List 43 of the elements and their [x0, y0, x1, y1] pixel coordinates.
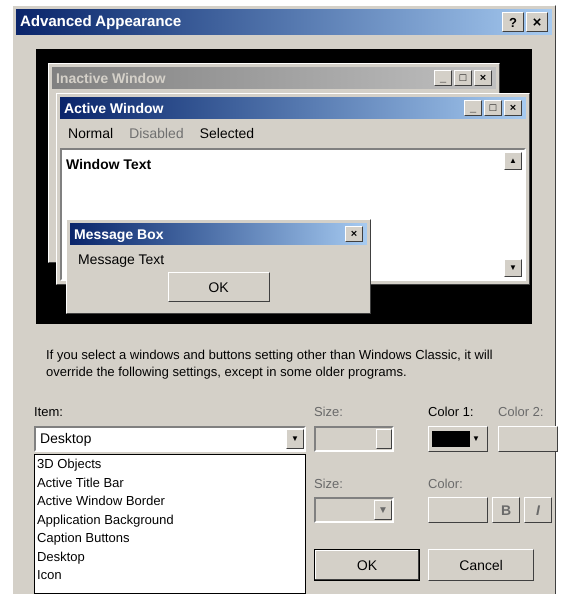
window-title: Active Window: [64, 98, 164, 118]
ok-button[interactable]: OK: [168, 272, 270, 302]
scroll-up-button[interactable]: ▲: [504, 152, 522, 170]
field-label: Color 2:: [498, 403, 545, 421]
dialog-title: Advanced Appearance: [20, 12, 182, 32]
help-button[interactable]: ?: [502, 12, 524, 32]
message-text: Message Text: [77, 250, 166, 269]
menu-item[interactable]: Normal: [68, 123, 114, 144]
color-picker[interactable]: [428, 497, 488, 523]
font-size-dropdown[interactable]: ▼: [314, 497, 394, 523]
close-button[interactable]: ×: [345, 226, 363, 242]
maximize-button[interactable]: □: [454, 70, 472, 86]
close-button[interactable]: ×: [526, 12, 548, 32]
list-item[interactable]: Icon: [37, 566, 303, 584]
item-dropdown[interactable]: Desktop ▼: [34, 426, 306, 452]
window-title: Message Box: [74, 224, 164, 244]
list-item[interactable]: 3D Objects: [37, 455, 303, 474]
ok-button[interactable]: OK: [314, 549, 420, 581]
note-text: If you select a windows and buttons setting other than Windows Classic, it will override the following settings, except in some older programs.: [45, 346, 494, 380]
caret-icon: ▼: [472, 432, 480, 444]
scroll-down-button[interactable]: ▼: [504, 259, 522, 277]
list-item[interactable]: Active Window Border: [37, 492, 303, 510]
list-item[interactable]: Desktop: [37, 548, 303, 566]
window-text: Window Text: [65, 155, 152, 174]
minimize-button[interactable]: _: [464, 100, 482, 116]
field-label: Color 1:: [428, 403, 475, 421]
cancel-button[interactable]: Cancel: [428, 549, 534, 581]
window-title: Inactive Window: [56, 68, 166, 88]
list-item[interactable]: Caption Buttons: [37, 529, 303, 548]
size-spinner[interactable]: [314, 426, 394, 452]
field-label: Size:: [314, 474, 344, 492]
close-button[interactable]: ×: [474, 70, 492, 86]
minimize-button[interactable]: _: [434, 70, 452, 86]
list-item[interactable]: Application Background: [37, 510, 303, 529]
color-picker[interactable]: [498, 426, 558, 452]
field-label: Item:: [34, 403, 64, 421]
list-item[interactable]: Active Title Bar: [37, 474, 303, 492]
field-label: Color:: [428, 474, 464, 492]
menu-item[interactable]: Selected: [200, 123, 254, 144]
color-picker[interactable]: ▼: [428, 426, 488, 452]
maximize-button[interactable]: □: [484, 100, 502, 116]
field-label: Size:: [314, 403, 344, 421]
close-button[interactable]: ×: [504, 100, 522, 116]
